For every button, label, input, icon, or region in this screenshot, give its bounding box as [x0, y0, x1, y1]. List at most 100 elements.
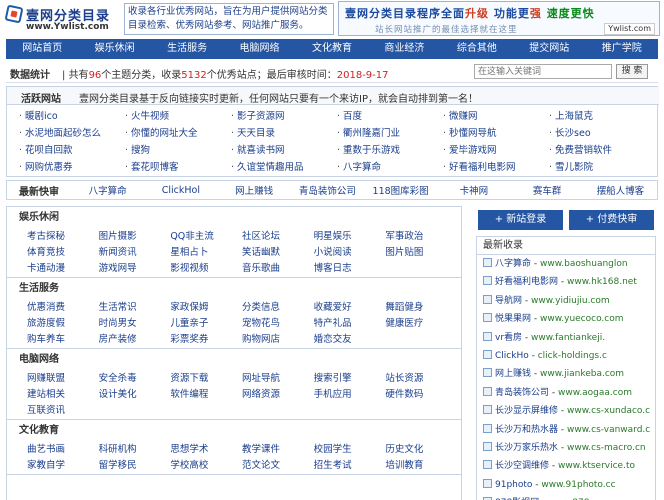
- active-site-link[interactable]: 网购优惠券: [19, 160, 125, 175]
- category-link[interactable]: 笑话幽默: [242, 245, 314, 261]
- search-button[interactable]: 搜 索: [616, 64, 648, 79]
- category-link[interactable]: 时尚男女: [99, 316, 171, 332]
- active-site-link[interactable]: 上海鼠克: [549, 109, 655, 124]
- quick-review-link[interactable]: 118图库彩图: [364, 183, 437, 197]
- category-link[interactable]: 互联资讯: [27, 403, 99, 419]
- recent-site-item[interactable]: 八字算命 - www.baoshuanglon: [477, 255, 655, 273]
- category-link[interactable]: 社区论坛: [242, 229, 314, 245]
- category-link[interactable]: 安全杀毒: [99, 371, 171, 387]
- recent-site-name[interactable]: vr看房: [495, 333, 522, 343]
- active-site-link[interactable]: 就喜读书网: [231, 143, 337, 158]
- active-site-link[interactable]: 重数于乐游戏: [337, 143, 443, 158]
- quick-review-link[interactable]: 青岛装饰公司: [291, 183, 364, 197]
- quick-review-link[interactable]: 摆船人博客: [584, 183, 657, 197]
- active-site-link[interactable]: 影子资源网: [231, 109, 337, 124]
- active-site-link[interactable]: 久谊堂情趣用品: [231, 160, 337, 175]
- recent-site-item[interactable]: 91photo - www.91photo.cc: [477, 476, 655, 494]
- category-link[interactable]: 购车养车: [27, 332, 99, 348]
- recent-site-item[interactable]: 网上赚钱 - www.jiankeba.com: [477, 365, 655, 383]
- category-link[interactable]: 游戏网导: [99, 261, 171, 277]
- category-link[interactable]: 博客日志: [314, 261, 386, 277]
- category-link[interactable]: 彩票奖券: [170, 332, 242, 348]
- category-link[interactable]: 图片贴图: [385, 245, 457, 261]
- nav-business[interactable]: 商业经济: [368, 39, 440, 59]
- category-link[interactable]: 网络资源: [242, 387, 314, 403]
- category-link[interactable]: 军事政治: [385, 229, 457, 245]
- active-site-link[interactable]: 水泥地面起砂怎么: [19, 126, 125, 141]
- category-link[interactable]: 历史文化: [385, 442, 457, 458]
- recent-site-name[interactable]: 91photo: [495, 480, 532, 490]
- active-site-link[interactable]: 你懂的网址大全: [125, 126, 231, 141]
- paid-review-button[interactable]: + 付费快审: [569, 210, 654, 230]
- quick-review-link[interactable]: 卡神网: [437, 183, 510, 197]
- active-site-link[interactable]: 好看福利电影网: [443, 160, 549, 175]
- category-link[interactable]: 网赚联盟: [27, 371, 99, 387]
- category-link[interactable]: 培训教育: [385, 458, 457, 474]
- category-link[interactable]: 优惠消费: [27, 300, 99, 316]
- category-link[interactable]: 资源下载: [170, 371, 242, 387]
- nav-submit[interactable]: 提交网站: [513, 39, 585, 59]
- recent-site-item[interactable]: vr看房 - www.fantiankeji.: [477, 329, 655, 347]
- category-link[interactable]: 房产装修: [99, 332, 171, 348]
- recent-site-item[interactable]: 好看福利电影网 - www.hk168.net: [477, 273, 655, 291]
- recent-site-name[interactable]: ClickHo: [495, 351, 529, 361]
- recent-site-item[interactable]: 长沙万家乐热水 - www.cs-macro.cn: [477, 439, 655, 457]
- active-site-link[interactable]: 秒懂网导航: [443, 126, 549, 141]
- nav-entertainment[interactable]: 娱乐休闲: [78, 39, 150, 59]
- recent-site-item[interactable]: 878影视网 - www.878ys.com: [477, 494, 655, 500]
- recent-site-name[interactable]: 悦果果网: [495, 314, 531, 324]
- active-site-link[interactable]: 微赚网: [443, 109, 549, 124]
- category-link[interactable]: 体育竞技: [27, 245, 99, 261]
- category-link[interactable]: 范文论文: [242, 458, 314, 474]
- category-link[interactable]: 生活常识: [99, 300, 171, 316]
- category-link[interactable]: 购物网店: [242, 332, 314, 348]
- recent-site-name[interactable]: 长沙万家乐热水: [495, 443, 558, 453]
- category-link[interactable]: 儿童亲子: [170, 316, 242, 332]
- category-link[interactable]: 校园学生: [314, 442, 386, 458]
- active-site-link[interactable]: 搜狗: [125, 143, 231, 158]
- quick-review-link[interactable]: ClickHol: [144, 185, 217, 196]
- nav-home[interactable]: 网站首页: [6, 39, 78, 59]
- category-title[interactable]: 文化教育: [7, 420, 461, 442]
- category-title[interactable]: 娱乐休闲: [7, 207, 461, 229]
- category-link[interactable]: 搜索引擎: [314, 371, 386, 387]
- category-link[interactable]: 婚恋交友: [314, 332, 386, 348]
- active-site-link[interactable]: 火牛视频: [125, 109, 231, 124]
- submit-site-button[interactable]: + 新站登录: [478, 210, 563, 230]
- active-site-link[interactable]: 爱毕游戏网: [443, 143, 549, 158]
- site-logo[interactable]: 壹网分类目录 www.Ywlist.com: [4, 2, 120, 36]
- nav-computer[interactable]: 电脑网络: [223, 39, 295, 59]
- category-link[interactable]: 考古探秘: [27, 229, 99, 245]
- active-site-link[interactable]: 天天目录: [231, 126, 337, 141]
- recent-site-name[interactable]: 长沙显示屏维修: [495, 406, 558, 416]
- category-link[interactable]: 旅游度假: [27, 316, 99, 332]
- recent-site-name[interactable]: 八字算命: [495, 259, 531, 269]
- category-link[interactable]: 曲艺书画: [27, 442, 99, 458]
- recent-site-name[interactable]: 网上赚钱: [495, 369, 531, 379]
- recent-site-name[interactable]: 长沙空调维修: [495, 461, 549, 471]
- category-link[interactable]: 明星娱乐: [314, 229, 386, 245]
- recent-site-name[interactable]: 导航网: [495, 296, 522, 306]
- recent-site-item[interactable]: 长沙显示屏维修 - www.cs-xundaco.c: [477, 402, 655, 420]
- category-link[interactable]: 设计美化: [99, 387, 171, 403]
- category-title[interactable]: 电脑网络: [7, 349, 461, 371]
- category-link[interactable]: 星相占卜: [170, 245, 242, 261]
- active-site-link[interactable]: 雪儿影院: [549, 160, 655, 175]
- active-site-link[interactable]: 长沙seo: [549, 126, 655, 141]
- category-link[interactable]: 招生考试: [314, 458, 386, 474]
- nav-education[interactable]: 文化教育: [296, 39, 368, 59]
- quick-review-link[interactable]: 赛车群: [511, 183, 584, 197]
- category-link[interactable]: 思想学术: [170, 442, 242, 458]
- category-link[interactable]: 学校高校: [170, 458, 242, 474]
- recent-site-item[interactable]: 青岛装饰公司 - www.aogaa.com: [477, 384, 655, 402]
- category-link[interactable]: 音乐歌曲: [242, 261, 314, 277]
- category-link[interactable]: 硬件数码: [385, 387, 457, 403]
- category-link[interactable]: 软件编程: [170, 387, 242, 403]
- category-link[interactable]: 舞蹈健身: [385, 300, 457, 316]
- category-link[interactable]: 影视视频: [170, 261, 242, 277]
- category-link[interactable]: 收藏爱好: [314, 300, 386, 316]
- recent-site-item[interactable]: 悦果果网 - www.yuecoco.com: [477, 310, 655, 328]
- recent-site-name[interactable]: 好看福利电影网: [495, 277, 558, 287]
- category-link[interactable]: 手机应用: [314, 387, 386, 403]
- recent-site-name[interactable]: 长沙万和热水器: [495, 425, 558, 435]
